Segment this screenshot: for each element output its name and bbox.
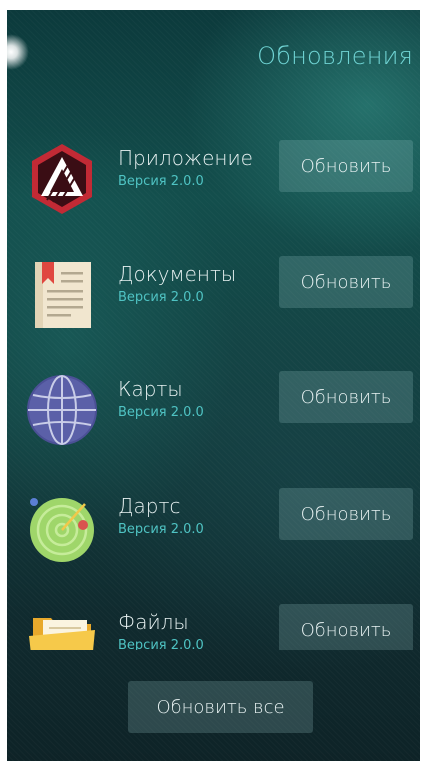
updates-list[interactable]: Приложение Версия 2.0.0 Обновить Докумен… xyxy=(7,10,420,650)
list-item-app: Приложение Версия 2.0.0 Обновить xyxy=(7,140,420,220)
update-all-button[interactable]: Обновить все xyxy=(128,681,313,733)
app-version: Версия 2.0.0 xyxy=(118,405,204,420)
update-button[interactable]: Обновить xyxy=(279,140,413,192)
app-name: Приложение xyxy=(118,146,253,170)
document-icon xyxy=(35,262,91,328)
app-name: Файлы xyxy=(118,610,189,634)
app-version: Версия 2.0.0 xyxy=(118,522,204,537)
update-button[interactable]: Обновить xyxy=(279,604,413,650)
app-version: Версия 2.0.0 xyxy=(118,174,204,189)
radar-icon xyxy=(30,498,94,562)
app-version: Версия 2.0.0 xyxy=(118,638,204,650)
app-logo-icon xyxy=(32,144,92,214)
app-name: Карты xyxy=(118,377,183,401)
folder-icon xyxy=(29,618,95,650)
update-button[interactable]: Обновить xyxy=(279,488,413,540)
app-version: Версия 2.0.0 xyxy=(118,290,204,305)
list-item-documents: Документы Версия 2.0.0 Обновить xyxy=(7,256,420,336)
app-name: Документы xyxy=(118,262,237,286)
list-item-maps: Карты Версия 2.0.0 Обновить xyxy=(7,371,420,451)
updates-screen: Обновления Приложение Версия 2.0.0 Обнов… xyxy=(7,10,420,761)
list-item-files: Файлы Версия 2.0.0 Обновить xyxy=(7,604,420,650)
update-button[interactable]: Обновить xyxy=(279,371,413,423)
update-button[interactable]: Обновить xyxy=(279,256,413,308)
globe-icon xyxy=(27,375,97,445)
app-name: Дартс xyxy=(118,494,181,518)
list-item-darts: Дартс Версия 2.0.0 Обновить xyxy=(7,488,420,568)
